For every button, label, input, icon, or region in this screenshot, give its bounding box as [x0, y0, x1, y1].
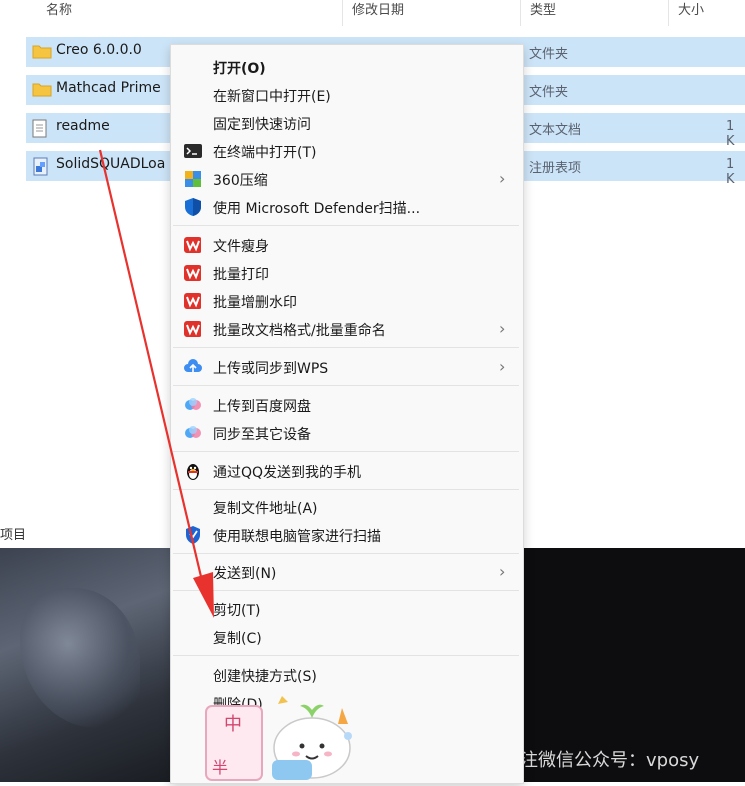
file-name: SolidSQUADLoa [56, 156, 166, 172]
menu-separator [173, 553, 519, 554]
menu-item-label: 打开(O) [213, 61, 266, 77]
menu-separator [173, 385, 519, 386]
menu-item-defender-scan[interactable]: 使用 Microsoft Defender扫描... [171, 193, 523, 221]
column-header-size[interactable]: 大小 [678, 0, 704, 24]
menu-item-label: 同步至其它设备 [213, 427, 311, 443]
chevron-right-icon: › [499, 357, 506, 376]
wps-icon [183, 263, 203, 283]
file-type: 文件夹 [529, 85, 569, 100]
file-size: 1 K [726, 157, 735, 187]
menu-item-label: 使用联想电脑管家进行扫描 [213, 529, 381, 545]
menu-item-qq-send-phone[interactable]: 通过QQ发送到我的手机 [171, 457, 523, 485]
menu-item-label: 360压缩 [213, 173, 268, 189]
sticker-char: 中 [224, 714, 242, 735]
menu-item-label: 复制文件地址(A) [213, 501, 318, 517]
folder-icon [32, 81, 52, 101]
folder-icon [32, 43, 52, 63]
menu-item-label: 发送到(N) [213, 566, 277, 582]
menu-item-batch-watermark[interactable]: 批量增删水印 [171, 287, 523, 315]
chevron-right-icon: › [499, 562, 506, 581]
file-name: Mathcad Prime [56, 80, 161, 96]
file-type: 文本文档 [529, 123, 582, 138]
menu-item-label: 在终端中打开(T) [213, 145, 317, 161]
shield-icon [183, 197, 203, 217]
wps-icon [183, 319, 203, 339]
registry-file-icon [32, 157, 50, 181]
archive-icon [183, 169, 203, 189]
chevron-right-icon: › [499, 319, 506, 338]
menu-separator [173, 489, 519, 490]
menu-separator [173, 225, 519, 226]
menu-item-pin-quick-access[interactable]: 固定到快速访问 [171, 109, 523, 137]
status-bar: 项目 [0, 528, 27, 543]
menu-item-label: 固定到快速访问 [213, 117, 311, 133]
menu-item-label: 创建快捷方式(S) [213, 669, 317, 685]
qq-penguin-icon [183, 461, 203, 481]
menu-item-batch-print[interactable]: 批量打印 [171, 259, 523, 287]
menu-item-label: 文件瘦身 [213, 239, 269, 255]
menu-item-copy-path[interactable]: 复制文件地址(A) [171, 493, 523, 521]
menu-item-label: 批量增删水印 [213, 295, 297, 311]
menu-item-lenovo-scan[interactable]: 使用联想电脑管家进行扫描 [171, 521, 523, 549]
menu-item-baidu-upload[interactable]: 上传到百度网盘 [171, 391, 523, 419]
menu-item-label: 通过QQ发送到我的手机 [213, 465, 362, 481]
menu-item-send-to[interactable]: 发送到(N) › [171, 558, 523, 586]
menu-separator [173, 590, 519, 591]
menu-item-label: 在新窗口中打开(E) [213, 89, 331, 105]
menu-item-open-terminal[interactable]: 在终端中打开(T) [171, 137, 523, 165]
column-divider[interactable] [520, 0, 521, 26]
column-header-type[interactable]: 类型 [530, 0, 556, 24]
column-divider[interactable] [668, 0, 669, 26]
menu-item-copy[interactable]: 复制(C) [171, 623, 523, 651]
menu-item-label: 批量改文档格式/批量重命名 [213, 323, 386, 339]
menu-item-open-new-window[interactable]: 在新窗口中打开(E) [171, 81, 523, 109]
cartoon-sticker: 中 半 [202, 688, 362, 782]
file-size: 1 K [726, 119, 735, 149]
column-header-name[interactable]: 名称 [46, 0, 72, 24]
menu-item-sync-devices[interactable]: 同步至其它设备 [171, 419, 523, 447]
baidu-netdisk-icon [183, 395, 203, 415]
menu-item-360-compress[interactable]: 360压缩 › [171, 165, 523, 193]
file-name: Creo 6.0.0.0 [56, 42, 142, 58]
lenovo-shield-icon [183, 525, 203, 545]
cloud-upload-icon [183, 357, 203, 377]
wps-icon [183, 235, 203, 255]
menu-separator [173, 451, 519, 452]
wps-icon [183, 291, 203, 311]
menu-item-open[interactable]: 打开(O) [171, 53, 523, 81]
menu-item-label: 剪切(T) [213, 603, 261, 619]
file-name: readme [56, 118, 110, 134]
baidu-netdisk-icon [183, 423, 203, 443]
file-type: 文件夹 [529, 47, 569, 62]
menu-item-create-shortcut[interactable]: 创建快捷方式(S) [171, 661, 523, 689]
menu-item-cut[interactable]: 剪切(T) [171, 595, 523, 623]
text-file-icon [32, 119, 48, 143]
file-type: 注册表项 [529, 161, 582, 176]
context-menu: 打开(O) 在新窗口中打开(E) 固定到快速访问 在终端中打开(T) 360压缩… [170, 44, 524, 784]
terminal-icon [183, 141, 203, 161]
sticker-char: 半 [212, 758, 229, 777]
menu-separator [173, 655, 519, 656]
menu-item-label: 上传到百度网盘 [213, 399, 311, 415]
menu-separator [173, 347, 519, 348]
menu-item-label: 复制(C) [213, 631, 262, 647]
column-header-modified[interactable]: 修改日期 [352, 0, 404, 24]
menu-item-label: 上传或同步到WPS [213, 361, 329, 377]
menu-item-upload-wps[interactable]: 上传或同步到WPS › [171, 353, 523, 381]
menu-item-file-slim[interactable]: 文件瘦身 [171, 231, 523, 259]
menu-item-label: 批量打印 [213, 267, 269, 283]
menu-item-batch-convert-rename[interactable]: 批量改文档格式/批量重命名 › [171, 315, 523, 343]
column-divider[interactable] [342, 0, 343, 26]
menu-item-label: 使用 Microsoft Defender扫描... [213, 201, 421, 217]
chevron-right-icon: › [499, 169, 506, 188]
